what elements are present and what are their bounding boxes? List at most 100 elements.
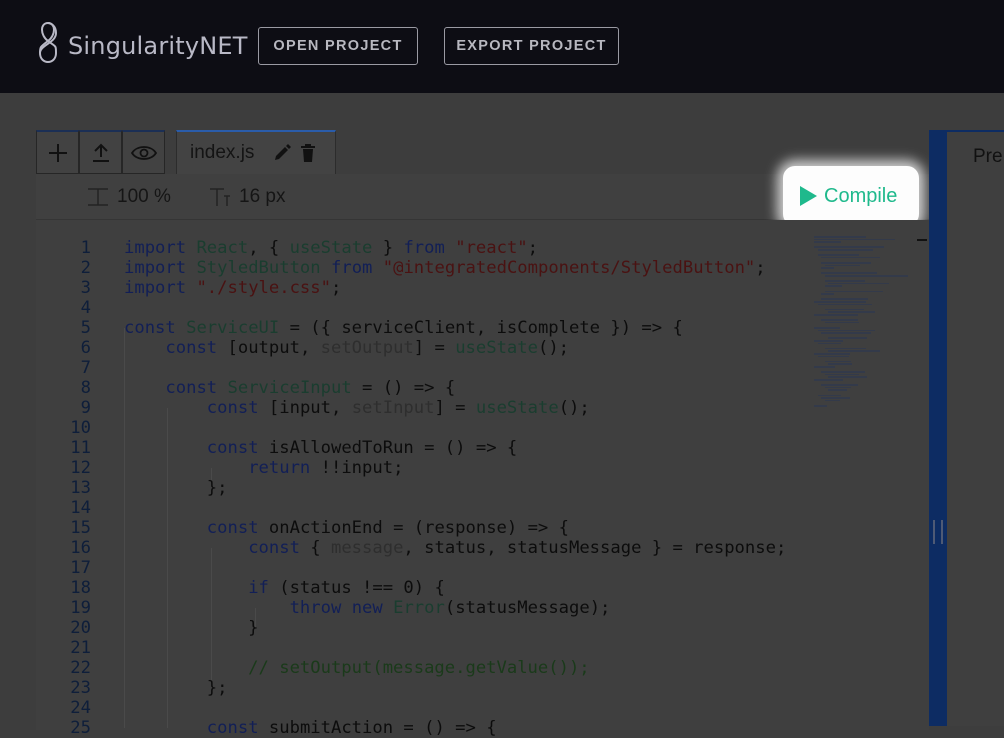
code-text: } [124, 618, 259, 638]
code-line[interactable]: 1 import React, { useState } from "react"… [36, 238, 841, 258]
code-line[interactable]: 17 [36, 558, 841, 578]
minimap-line [821, 262, 871, 264]
line-number: 14 [70, 498, 91, 518]
code-text: return !!input; [248, 458, 404, 478]
upload-file-button[interactable] [79, 130, 122, 174]
minimap-line [814, 405, 827, 407]
preview-toggle-button[interactable] [122, 130, 165, 174]
compile-label: Compile [824, 184, 898, 207]
minimap-line [824, 285, 842, 287]
code-line[interactable]: 23 }; [36, 678, 841, 698]
line-number: 19 [70, 598, 91, 618]
zoom-value: 100 % [117, 186, 171, 207]
line-number: 1 [80, 238, 91, 258]
code-line[interactable]: 16 const { message, status, statusMessag… [36, 538, 841, 558]
code-line[interactable]: 3 import "./style.css"; [36, 278, 841, 298]
delete-file-button[interactable] [300, 143, 316, 163]
code-line[interactable]: 15 const onActionEnd = (response) => { [36, 518, 841, 538]
code-line[interactable]: 4 [36, 298, 841, 318]
code-text: const ServiceUI = ({ serviceClient, isCo… [124, 318, 683, 338]
line-number: 23 [70, 678, 91, 698]
minimap-line [817, 303, 873, 306]
code-line[interactable]: 18 if (status !== 0) { [36, 578, 841, 598]
minimap-line [824, 347, 867, 350]
app-header: SingularityNET OPEN PROJECT EXPORT PROJE… [0, 0, 1004, 93]
minimap-cursor [917, 239, 927, 241]
minimap-line [824, 399, 841, 402]
minimap-line [817, 254, 860, 256]
minimap-line [828, 363, 852, 365]
minimap-line [814, 314, 859, 316]
code-line[interactable]: 25 const submitAction = () => { [36, 718, 841, 738]
code-text: throw new Error(statusMessage); [289, 598, 611, 618]
line-number: 17 [70, 558, 91, 578]
line-number: 5 [80, 318, 91, 338]
code-line[interactable]: 24 [36, 698, 841, 718]
minimap-line [814, 353, 851, 355]
line-number: 2 [80, 258, 91, 278]
minimap-line [814, 301, 866, 303]
export-project-button[interactable]: EXPORT PROJECT [444, 27, 619, 65]
font-size-value: 16 px [239, 186, 286, 207]
code-line[interactable]: 7 [36, 358, 841, 378]
code-area[interactable]: 1 import React, { useState } from "react"… [36, 220, 929, 738]
code-line[interactable]: 13 }; [36, 478, 841, 498]
code-text: const { message, status, statusMessage }… [248, 538, 787, 558]
minimap-line [824, 275, 908, 277]
code-text: const ServiceInput = () => { [165, 378, 456, 398]
code-line[interactable]: 12 return !!input; [36, 458, 841, 478]
minimap-line [821, 397, 850, 399]
minimap-line [828, 311, 876, 313]
line-number: 12 [70, 458, 91, 478]
code-line[interactable]: 2 import StyledButton from "@integratedCo… [36, 258, 841, 278]
compile-button[interactable]: Compile [783, 166, 919, 226]
minimap-line [814, 340, 843, 342]
minimap-line [824, 373, 859, 376]
code-line[interactable]: 9 const [input, setInput] = useState(); [36, 398, 841, 418]
splitter-grip-icon[interactable] [933, 520, 943, 544]
line-number: 3 [80, 278, 91, 298]
brand-logo[interactable]: SingularityNET [36, 20, 248, 72]
line-number: 13 [70, 478, 91, 498]
open-project-button[interactable]: OPEN PROJECT [258, 27, 418, 65]
code-minimap[interactable] [812, 236, 916, 416]
line-number: 6 [80, 338, 91, 358]
code-line[interactable]: 11 const isAllowedToRun = () => { [36, 438, 841, 458]
minimap-line [824, 264, 860, 267]
code-line[interactable]: 19 throw new Error(statusMessage); [36, 598, 841, 618]
code-line[interactable]: 20 } [36, 618, 841, 638]
add-file-button[interactable] [36, 130, 79, 174]
minimap-line [821, 371, 866, 373]
eye-icon [130, 145, 157, 160]
minimap-line [814, 238, 895, 241]
minimap-line [817, 355, 849, 358]
code-line[interactable]: 21 [36, 638, 841, 658]
code-line[interactable]: 5 const ServiceUI = ({ serviceClient, isC… [36, 318, 841, 338]
minimap-line [821, 319, 858, 321]
line-number: 24 [70, 698, 91, 718]
code-line[interactable]: 8 const ServiceInput = () => { [36, 378, 841, 398]
zoom-control[interactable]: 100 % [86, 186, 171, 208]
code-line[interactable]: 10 [36, 418, 841, 438]
font-size-control[interactable]: 16 px [208, 186, 285, 208]
code-line[interactable]: 14 [36, 498, 841, 518]
line-number: 25 [70, 718, 91, 738]
minimap-line [824, 321, 859, 324]
code-line[interactable]: 6 const [output, setOutput] = useState()… [36, 338, 841, 358]
code-text: }; [124, 478, 228, 498]
minimap-line [821, 332, 871, 334]
line-number: 18 [70, 578, 91, 598]
code-line[interactable]: 22 // setOutput(message.getValue()); [36, 658, 841, 678]
line-number: 21 [70, 638, 91, 658]
rename-file-button[interactable] [272, 143, 292, 163]
tab-preview[interactable]: Pre [973, 146, 1003, 168]
line-number: 11 [70, 438, 91, 458]
code-text: if (status !== 0) { [248, 578, 445, 598]
trash-icon [301, 144, 316, 162]
tab-file-name: index.js [190, 142, 255, 163]
tab-index-js[interactable]: index.js [176, 130, 336, 174]
panel-splitter[interactable] [929, 130, 947, 726]
minimap-line [824, 308, 864, 311]
zoom-icon [88, 188, 108, 206]
minimap-line [821, 267, 835, 269]
